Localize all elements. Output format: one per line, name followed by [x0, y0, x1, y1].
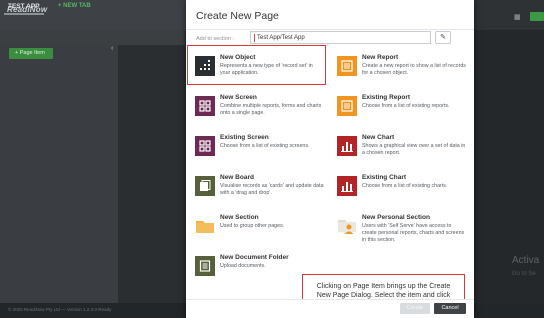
item-title: New Section — [220, 214, 259, 221]
item-description: Choose from a list of existing screens. — [220, 143, 310, 149]
screen-icon — [195, 96, 215, 116]
item-description: Choose from a list of existing charts. — [362, 183, 448, 189]
item-new-screen[interactable]: New Screen Combine multiple reports, for… — [195, 94, 325, 132]
input-caret — [254, 34, 255, 42]
item-description: Create a new report to show a list of re… — [362, 63, 466, 76]
pencil-icon: ✎ — [440, 34, 446, 41]
item-new-board[interactable]: New Board Visualise records as 'cards' a… — [195, 174, 325, 212]
report-icon — [337, 96, 357, 116]
item-description: Combine multiple reports, forms and char… — [220, 103, 322, 116]
document-folder-icon — [195, 256, 215, 276]
item-title: New Personal Section — [362, 214, 430, 221]
item-description: Shows a graphical view over a set of dat… — [362, 143, 466, 156]
item-title: Existing Chart — [362, 174, 407, 181]
chart-icon — [337, 176, 357, 196]
item-description: Upload documents. — [220, 263, 266, 269]
collapse-chevron-icon[interactable]: ‹ — [111, 45, 113, 52]
activate-windows-subtext: Go to Se — [512, 271, 536, 277]
item-title: New Document Folder — [220, 254, 289, 261]
tab-test-app[interactable]: TEST APP — [8, 3, 40, 10]
item-existing-chart[interactable]: Existing Chart Choose from a list of exi… — [337, 174, 467, 212]
grid-menu-icon[interactable]: ▦ — [514, 13, 521, 21]
item-description: Used to group other pages. — [220, 223, 285, 229]
item-description: Users with 'Self Serve' have access to c… — [362, 223, 465, 243]
item-title: New Report — [362, 54, 399, 61]
create-button[interactable]: Create — [400, 303, 430, 314]
section-label: Add to section : — [196, 36, 234, 42]
app-sidebar — [0, 45, 118, 303]
active-tab-indicator — [4, 13, 44, 15]
item-title: New Board — [220, 174, 254, 181]
item-title: New Chart — [362, 134, 395, 141]
edit-section-button[interactable]: ✎ — [435, 31, 451, 44]
item-title: Existing Report — [362, 94, 411, 101]
folder-icon — [195, 216, 215, 236]
new-tab-button[interactable]: + NEW TAB — [58, 3, 91, 9]
screen-icon — [195, 136, 215, 156]
item-description: Visualise records as 'cards' and update … — [220, 183, 324, 196]
item-description: Choose from a list of existing reports. — [362, 103, 450, 109]
personal-folder-icon — [337, 216, 357, 236]
item-title: New Screen — [220, 94, 257, 101]
item-new-chart[interactable]: New Chart Shows a graphical view over a … — [337, 134, 467, 172]
item-existing-report[interactable]: Existing Report Choose from a list of ex… — [337, 94, 467, 132]
footer-text: © 2020 ReadiNow Pty Ltd — Version 1.2.3.… — [8, 307, 112, 312]
page-item-button[interactable]: + Page Item — [9, 48, 53, 59]
selected-item-highlight — [187, 45, 326, 85]
chart-icon — [337, 136, 357, 156]
item-new-report[interactable]: New Report Create a new report to show a… — [337, 54, 467, 92]
item-new-section[interactable]: New Section Used to group other pages. — [195, 214, 325, 252]
cancel-button[interactable]: Cancel — [434, 303, 466, 314]
item-new-personal-section[interactable]: New Personal Section Users with 'Self Se… — [337, 214, 467, 252]
app-tabbar — [0, 30, 185, 45]
dialog-footer — [186, 299, 474, 318]
dialog-title: Create New Page — [196, 10, 279, 22]
section-input[interactable]: Test App/Test App — [250, 31, 431, 44]
board-icon — [195, 176, 215, 196]
user-menu-button[interactable] — [530, 12, 544, 21]
activate-windows-watermark: Activa — [512, 255, 540, 266]
report-icon — [337, 56, 357, 76]
section-value: Test App/Test App — [257, 35, 305, 41]
dialog-header: Create New Page — [186, 0, 474, 30]
item-title: Existing Screen — [220, 134, 269, 141]
item-existing-screen[interactable]: Existing Screen Choose from a list of ex… — [195, 134, 325, 172]
